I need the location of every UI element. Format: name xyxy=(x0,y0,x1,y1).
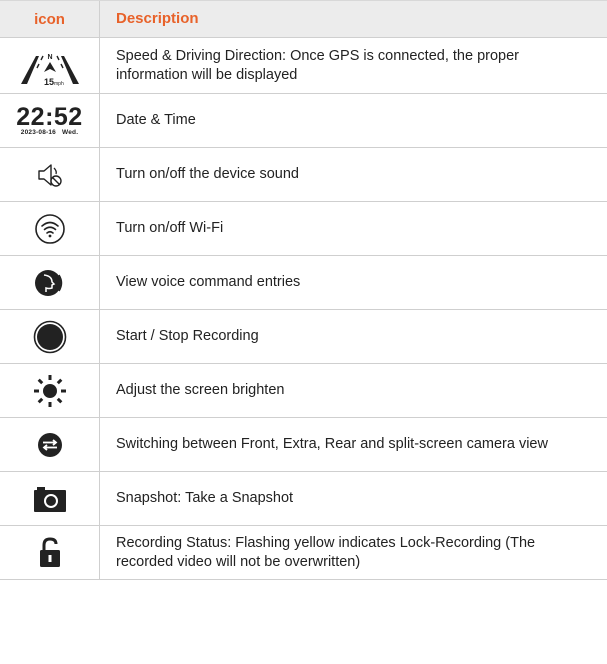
date-time-display: 22:52 2023-08-16 Wed. xyxy=(0,94,100,147)
row-description: Turn on/off the device sound xyxy=(116,166,299,182)
table-row: Recording Status: Flashing yellow indica… xyxy=(0,526,607,580)
row-description: Speed & Driving Direction: Once GPS is c… xyxy=(116,47,519,83)
table-row: N 15 mph Speed & Driving Direction: Once… xyxy=(0,38,607,94)
lock-icon xyxy=(0,526,100,579)
time-value: 22:52 xyxy=(16,102,83,131)
table-row: Start / Stop Recording xyxy=(0,310,607,364)
row-description: Turn on/off Wi-Fi xyxy=(116,220,224,236)
north-label: N xyxy=(47,54,52,61)
voice-command-icon xyxy=(0,256,100,309)
date-value: 2023-08-16 xyxy=(20,128,56,136)
row-description: Switching between Front, Extra, Rear and… xyxy=(116,436,548,452)
table-row: 22:52 2023-08-16 Wed. Date & Time xyxy=(0,94,607,148)
icon-description-table: icon Description N 15 mph Speed & Drivin… xyxy=(0,0,607,580)
table-row: Turn on/off the device sound xyxy=(0,148,607,202)
sound-toggle-icon xyxy=(0,148,100,201)
table-row: Snapshot: Take a Snapshot xyxy=(0,472,607,526)
camera-switch-icon xyxy=(0,418,100,471)
header-icon-label: icon xyxy=(34,10,65,28)
brightness-icon xyxy=(0,364,100,417)
speed-unit: mph xyxy=(54,81,64,87)
row-description: Adjust the screen brighten xyxy=(116,382,285,398)
speed-direction-icon: N 15 mph xyxy=(0,38,100,93)
speed-value: 15 xyxy=(44,77,54,87)
record-icon xyxy=(0,310,100,363)
row-description: Snapshot: Take a Snapshot xyxy=(116,490,294,506)
row-description: Date & Time xyxy=(116,112,196,128)
table-row: Adjust the screen brighten xyxy=(0,364,607,418)
table-header: icon Description xyxy=(0,0,607,38)
table-row: Switching between Front, Extra, Rear and… xyxy=(0,418,607,472)
day-value: Wed. xyxy=(62,128,79,136)
row-description: Start / Stop Recording xyxy=(116,328,259,344)
header-desc-cell: Description xyxy=(100,9,607,29)
header-icon-cell: icon xyxy=(0,1,100,37)
table-row: Turn on/off Wi-Fi xyxy=(0,202,607,256)
wifi-toggle-icon xyxy=(0,202,100,255)
header-description-label: Description xyxy=(116,10,199,27)
row-description: Recording Status: Flashing yellow indica… xyxy=(116,534,536,570)
row-description: View voice command entries xyxy=(116,274,301,290)
table-row: View voice command entries xyxy=(0,256,607,310)
snapshot-icon xyxy=(0,472,100,525)
